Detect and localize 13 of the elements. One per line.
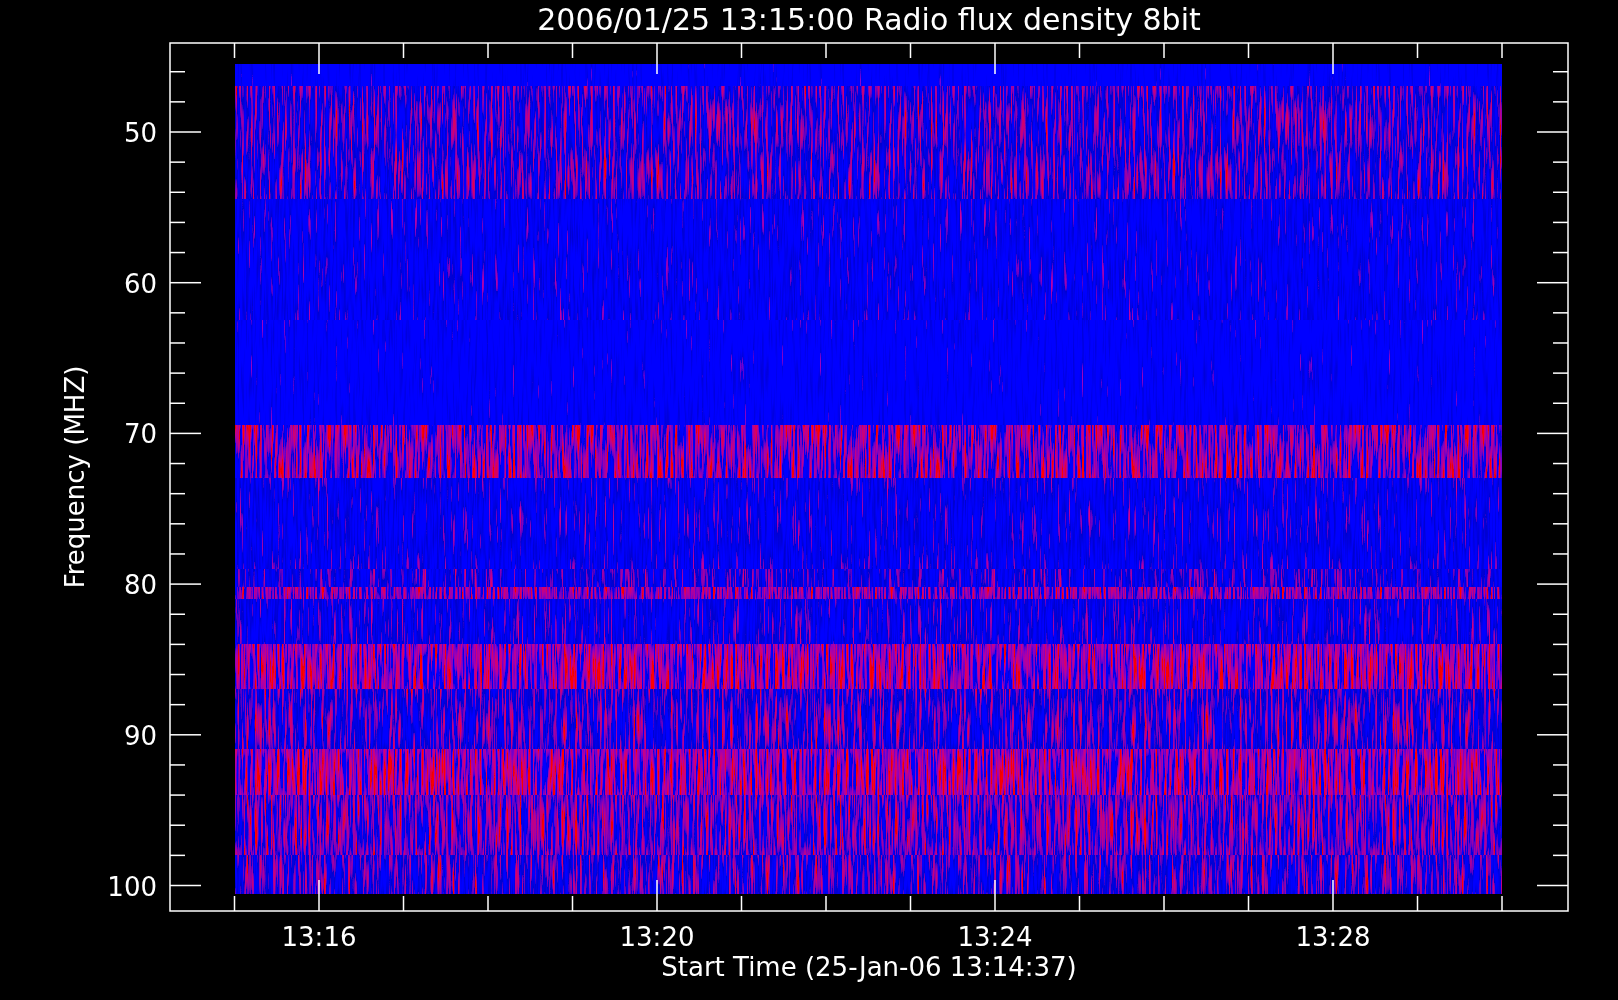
tick-label: 13:28 [1295, 922, 1371, 952]
chart-title: 2006/01/25 13:15:00 Radio flux density 8bit [537, 2, 1201, 37]
tick-label: 80 [123, 570, 157, 601]
tick-label: 50 [123, 118, 157, 148]
axis-title: Start Time (25-Jan-06 13:14:37) [661, 952, 1077, 982]
tick-label: 100 [107, 871, 157, 902]
tick-label: 13:16 [281, 922, 357, 952]
tick-label: 70 [123, 419, 157, 450]
axis-title: Frequency (MHZ) [60, 365, 90, 589]
tick-label: 13:24 [957, 922, 1033, 952]
tick-label: 90 [123, 720, 157, 751]
tick-label: 60 [123, 268, 157, 299]
tick-label: 13:20 [619, 922, 695, 952]
